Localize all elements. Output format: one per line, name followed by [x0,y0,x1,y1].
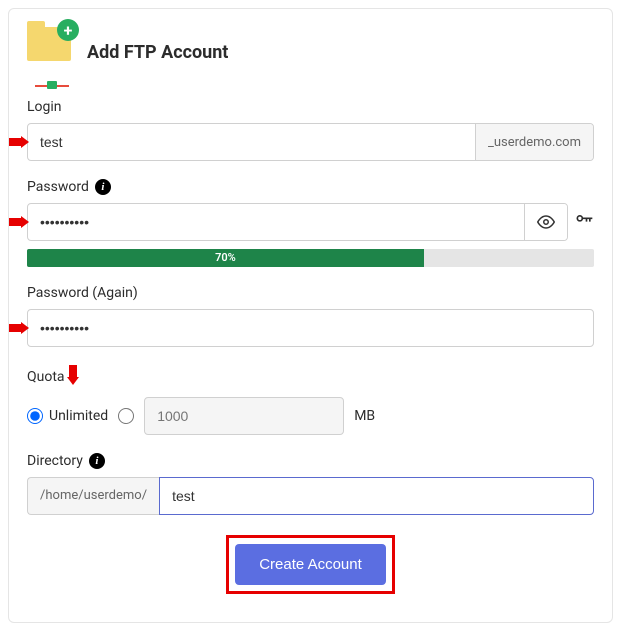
quota-field-group: Quota Unlimited MB [27,365,594,435]
submit-row: Create Account [27,535,594,594]
arrow-marker-icon [9,216,29,228]
arrow-down-marker-icon [67,365,79,389]
create-account-button[interactable]: Create Account [235,544,386,585]
directory-prefix: /home/userdemo/ [27,477,159,515]
password-strength-bar: 70% [27,249,594,267]
directory-label: Directory i [27,453,594,469]
submit-highlight-box: Create Account [226,535,395,594]
toggle-password-visibility-button[interactable] [524,204,567,240]
eye-icon [537,213,555,231]
password-again-label: Password (Again) [27,285,594,301]
password-input-wrap [27,203,568,241]
password-again-input-wrap [27,309,594,347]
quota-custom-option[interactable] [118,408,134,424]
login-input[interactable] [28,124,475,160]
quota-unlimited-label: Unlimited [49,408,108,424]
folder-add-icon: + [27,27,77,77]
directory-input[interactable] [159,477,594,515]
quota-custom-radio[interactable] [118,408,134,424]
arrow-marker-icon [9,322,29,334]
password-label-text: Password [27,179,89,195]
login-input-wrap: _userdemo.com [27,123,594,161]
generate-password-button[interactable] [574,210,594,235]
quota-options: Unlimited MB [27,397,594,435]
quota-size-input[interactable] [144,397,344,435]
directory-label-text: Directory [27,453,83,469]
panel-title: Add FTP Account [87,42,228,63]
password-again-input[interactable] [28,310,593,346]
password-input[interactable] [28,204,524,240]
panel-header: + Add FTP Account [27,27,594,77]
quota-unlimited-option[interactable]: Unlimited [27,408,108,424]
arrow-marker-icon [9,136,29,148]
quota-unit-label: MB [354,408,375,424]
directory-field-group: Directory i /home/userdemo/ [27,453,594,515]
quota-unlimited-radio[interactable] [27,408,43,424]
password-strength-fill: 70% [27,249,424,267]
password-strength-text: 70% [27,249,424,267]
login-label: Login [27,99,594,115]
login-domain-suffix: _userdemo.com [475,124,593,160]
key-icon [574,210,594,230]
add-ftp-panel: + Add FTP Account Login _userdemo.com Pa… [8,8,613,623]
login-field-group: Login _userdemo.com [27,99,594,161]
password-label: Password i [27,179,594,195]
quota-label: Quota [27,369,65,385]
info-icon[interactable]: i [89,453,105,469]
password-field-group: Password i [27,179,594,267]
password-again-field-group: Password (Again) [27,285,594,347]
info-icon[interactable]: i [95,179,111,195]
directory-input-row: /home/userdemo/ [27,477,594,515]
